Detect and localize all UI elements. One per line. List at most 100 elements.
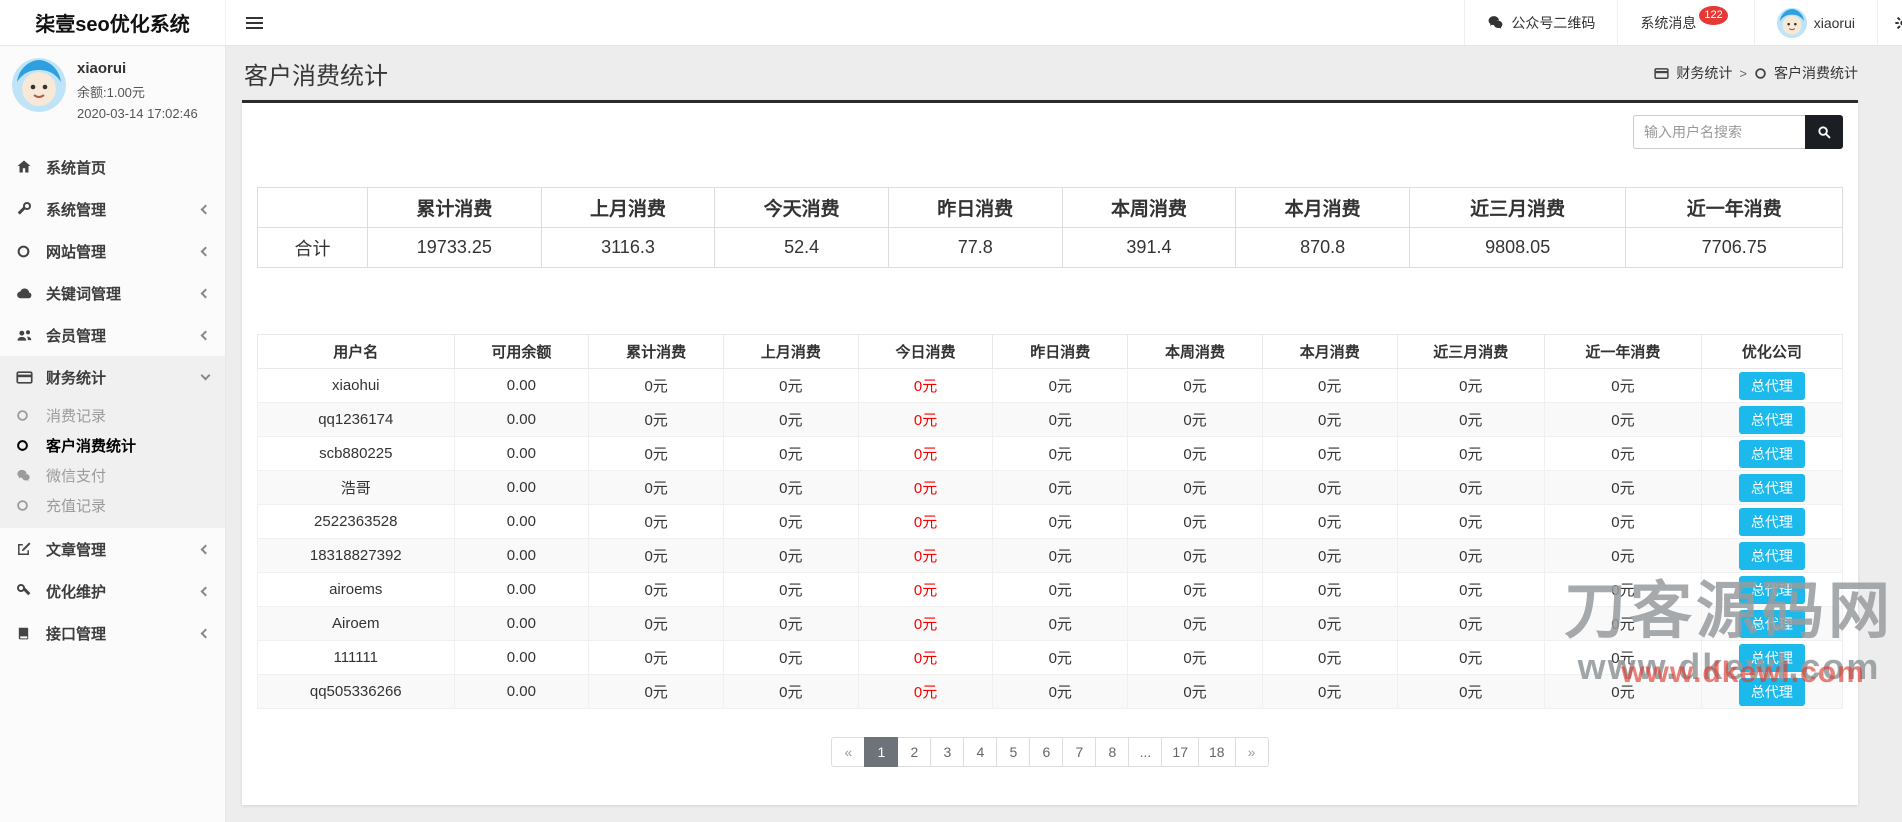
cell-value: 0.00	[454, 505, 589, 539]
menu-toggle-button[interactable]	[226, 0, 282, 45]
circle-icon	[1754, 67, 1767, 80]
table-row: qq12361740.000元0元0元0元0元0元0元0元总代理	[258, 403, 1843, 437]
cell-value: 0元	[1397, 607, 1544, 641]
avatar	[12, 58, 66, 112]
breadcrumb-separator: >	[1739, 66, 1747, 81]
sidebar-item-keywords[interactable]: 关键词管理	[0, 272, 225, 314]
agent-button[interactable]: 总代理	[1739, 508, 1805, 536]
chevron-down-icon	[201, 371, 211, 381]
content-area: 客户消费统计 财务统计 > 客户消费统计	[226, 46, 1902, 822]
summary-value: 19733.25	[368, 228, 542, 268]
column-header: 优化公司	[1701, 335, 1842, 369]
page-button[interactable]: 6	[1029, 737, 1063, 767]
summary-header: 昨日消费	[888, 188, 1062, 228]
cell-value: 0元	[1544, 641, 1701, 675]
agent-button[interactable]: 总代理	[1739, 644, 1805, 672]
cell-value: 0元	[723, 471, 858, 505]
search-input[interactable]	[1633, 115, 1805, 149]
sidebar-item-members[interactable]: 会员管理	[0, 314, 225, 356]
cell-value: 0元	[589, 437, 724, 471]
cell-value: 0元	[1128, 505, 1263, 539]
agent-button[interactable]: 总代理	[1739, 372, 1805, 400]
page-button[interactable]: 5	[996, 737, 1030, 767]
cell-value: 0元	[1397, 369, 1544, 403]
breadcrumb-section[interactable]: 财务统计	[1676, 63, 1732, 83]
cell-company: 总代理	[1701, 437, 1842, 471]
sidebar-item-website[interactable]: 网站管理	[0, 230, 225, 272]
search-button[interactable]	[1805, 115, 1843, 149]
system-messages-item[interactable]: 系统消息 122	[1617, 0, 1753, 45]
prev-button[interactable]: «	[831, 737, 865, 767]
page-button[interactable]: 8	[1095, 737, 1129, 767]
app-title: 柒壹seo优化系统	[0, 0, 226, 45]
page-button[interactable]: 4	[963, 737, 997, 767]
sidebar-item-api[interactable]: 接口管理	[0, 612, 225, 654]
cell-value: 0元	[993, 471, 1128, 505]
cell-value: 0元	[589, 403, 724, 437]
users-icon	[16, 327, 46, 344]
cell-value: 0.00	[454, 573, 589, 607]
search-row	[257, 115, 1843, 149]
cell-value: 0元	[1262, 539, 1397, 573]
cell-value: 0元	[858, 437, 993, 471]
cell-value: 0元	[858, 675, 993, 709]
submenu-item-label: 消费记录	[46, 405, 106, 426]
page-button[interactable]: 18	[1198, 737, 1236, 767]
cell-value: 0元	[858, 471, 993, 505]
sidebar-item-recharge-records[interactable]: 充值记录	[0, 490, 225, 520]
cell-value: 0元	[589, 573, 724, 607]
qr-code-item[interactable]: 公众号二维码	[1464, 0, 1617, 45]
cell-value: 0元	[723, 573, 858, 607]
messages-count-badge: 122	[1699, 6, 1727, 25]
agent-button[interactable]: 总代理	[1739, 440, 1805, 468]
search-icon	[1817, 125, 1832, 140]
gear-icon	[1894, 14, 1902, 32]
sidebar-item-optimize[interactable]: 优化维护	[0, 570, 225, 612]
page-button[interactable]: 17	[1161, 737, 1199, 767]
agent-button[interactable]: 总代理	[1739, 610, 1805, 638]
summary-header-row: 累计消费 上月消费 今天消费 昨日消费 本周消费 本月消费 近三月消费 近一年消…	[258, 188, 1843, 228]
cell-username: qq1236174	[258, 403, 455, 437]
column-header: 上月消费	[723, 335, 858, 369]
user-menu-item[interactable]: xiaorui	[1754, 0, 1877, 45]
sidebar-item-wechat-pay[interactable]: 微信支付	[0, 460, 225, 490]
page-button[interactable]: 7	[1062, 737, 1096, 767]
cell-username: 浩哥	[258, 471, 455, 505]
cell-value: 0元	[1544, 675, 1701, 709]
sidebar-item-system[interactable]: 系统管理	[0, 188, 225, 230]
cell-company: 总代理	[1701, 471, 1842, 505]
chevron-left-icon	[201, 288, 211, 298]
page-button[interactable]: 2	[897, 737, 931, 767]
cell-value: 0元	[1397, 641, 1544, 675]
agent-button[interactable]: 总代理	[1739, 576, 1805, 604]
next-button[interactable]: »	[1235, 737, 1269, 767]
cell-value: 0元	[993, 573, 1128, 607]
summary-header: 今天消费	[715, 188, 889, 228]
page-button[interactable]: 3	[930, 737, 964, 767]
sidebar-item-label: 系统首页	[46, 157, 106, 178]
cell-value: 0元	[723, 675, 858, 709]
summary-header: 近三月消费	[1409, 188, 1626, 228]
agent-button[interactable]: 总代理	[1739, 406, 1805, 434]
cell-username: scb880225	[258, 437, 455, 471]
main-panel: 累计消费 上月消费 今天消费 昨日消费 本周消费 本月消费 近三月消费 近一年消…	[242, 100, 1858, 805]
sidebar-item-customer-consume-stats[interactable]: 客户消费统计	[0, 430, 225, 460]
agent-button[interactable]: 总代理	[1739, 542, 1805, 570]
sidebar-item-home[interactable]: 系统首页	[0, 146, 225, 188]
cell-value: 0元	[589, 641, 724, 675]
book-icon	[16, 626, 46, 641]
sidebar-item-consume-records[interactable]: 消费记录	[0, 400, 225, 430]
agent-button[interactable]: 总代理	[1739, 474, 1805, 502]
sidebar-item-label: 财务统计	[46, 367, 106, 388]
user-datetime: 2020-03-14 17:02:46	[77, 106, 198, 121]
page-button[interactable]: 1	[864, 737, 898, 767]
sidebar-item-articles[interactable]: 文章管理	[0, 528, 225, 570]
cell-value: 0元	[993, 675, 1128, 709]
cell-company: 总代理	[1701, 573, 1842, 607]
agent-button[interactable]: 总代理	[1739, 678, 1805, 706]
settings-item[interactable]	[1877, 0, 1902, 45]
chevron-left-icon	[201, 246, 211, 256]
cell-username: xiaohui	[258, 369, 455, 403]
sidebar-item-finance[interactable]: 财务统计	[0, 356, 225, 398]
summary-header: 近一年消费	[1626, 188, 1843, 228]
